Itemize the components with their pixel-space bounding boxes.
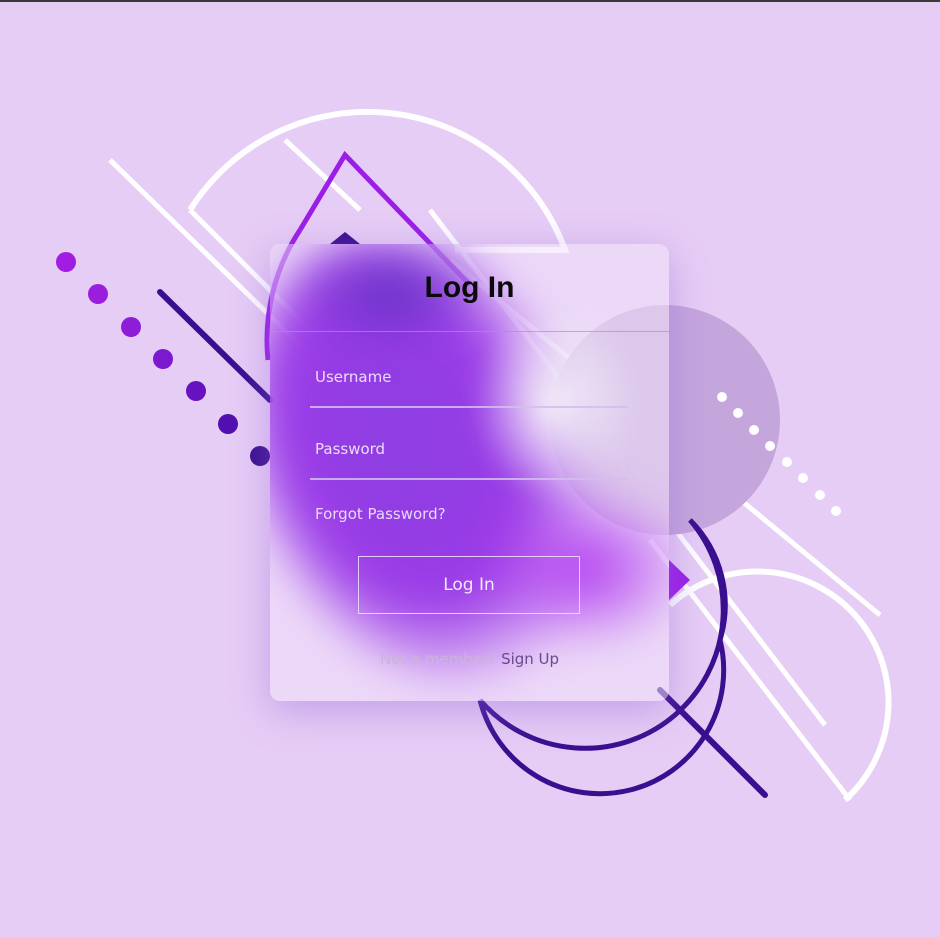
password-input[interactable]: Password (310, 440, 628, 480)
purple-dot (88, 284, 108, 304)
username-placeholder: Username (315, 368, 392, 386)
white-dot (717, 392, 727, 402)
white-dot (798, 473, 808, 483)
login-card: Log In Username Password Forgot Password… (270, 244, 669, 701)
dark-triangle (330, 232, 360, 244)
white-dot (749, 425, 759, 435)
password-underline (310, 478, 628, 480)
purple-dot (56, 252, 76, 272)
signup-link[interactable]: Sign Up (501, 650, 559, 668)
purple-dot (186, 381, 206, 401)
white-dot (733, 408, 743, 418)
dark-diagonal-line (657, 687, 768, 798)
footer-prompt: Not a member? (379, 650, 497, 668)
purple-dot (218, 414, 238, 434)
white-dot (815, 490, 825, 500)
signup-footer: Not a member? Sign Up (270, 650, 669, 668)
login-button[interactable]: Log In (358, 556, 580, 614)
purple-dot (250, 446, 270, 466)
white-dot (765, 441, 775, 451)
password-placeholder: Password (315, 440, 386, 458)
white-dot (831, 506, 841, 516)
forgot-password-link[interactable]: Forgot Password? (315, 505, 446, 523)
dark-diagonal-line (157, 289, 273, 403)
purple-dot (121, 317, 141, 337)
white-dot (782, 457, 792, 467)
username-underline (310, 406, 628, 408)
white-diagonal-line (283, 138, 362, 212)
purple-dot (153, 349, 173, 369)
username-input[interactable]: Username (310, 368, 628, 408)
white-half-ring-top (187, 108, 570, 253)
login-title: Log In (424, 271, 515, 304)
title-divider (270, 331, 669, 332)
